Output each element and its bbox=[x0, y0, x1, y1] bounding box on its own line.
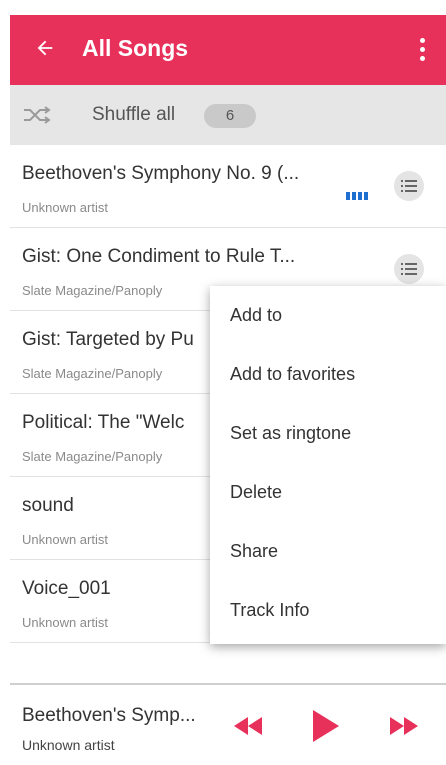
song-title: Gist: One Condiment to Rule T... bbox=[22, 246, 296, 267]
next-button[interactable] bbox=[384, 709, 424, 743]
song-title: Political: The "Welc bbox=[22, 412, 185, 433]
shuffle-all-bar[interactable]: Shuffle all 6 bbox=[10, 85, 446, 146]
song-artist: Slate Magazine/Panoply bbox=[22, 366, 163, 381]
menu-item-add-to[interactable]: Add to bbox=[210, 286, 446, 345]
menu-item-add-to-favorites[interactable]: Add to favorites bbox=[210, 345, 446, 404]
song-title: Beethoven's Symphony No. 9 (... bbox=[22, 163, 300, 184]
now-playing-bar[interactable]: Beethoven's Symp... Unknown artist bbox=[10, 683, 446, 765]
list-menu-icon bbox=[401, 180, 417, 192]
song-count-badge: 6 bbox=[204, 104, 256, 128]
song-artist: Slate Magazine/Panoply bbox=[22, 449, 163, 464]
menu-item-track-info[interactable]: Track Info bbox=[210, 581, 446, 640]
song-artist: Unknown artist bbox=[22, 200, 108, 215]
song-context-menu: Add to Add to favorites Set as ringtone … bbox=[210, 286, 446, 644]
shuffle-icon bbox=[24, 106, 51, 124]
song-artist: Unknown artist bbox=[22, 532, 108, 547]
now-playing-artist: Unknown artist bbox=[22, 737, 115, 753]
now-playing-equalizer-icon bbox=[346, 192, 368, 200]
menu-item-delete[interactable]: Delete bbox=[210, 463, 446, 522]
now-playing-title: Beethoven's Symp... bbox=[22, 705, 196, 726]
song-row[interactable]: Beethoven's Symphony No. 9 (... Unknown … bbox=[10, 145, 446, 228]
song-options-button[interactable] bbox=[394, 171, 424, 201]
back-button[interactable] bbox=[30, 33, 60, 63]
song-title: sound bbox=[22, 495, 74, 516]
song-artist: Unknown artist bbox=[22, 615, 108, 630]
play-button[interactable] bbox=[306, 705, 346, 747]
previous-button[interactable] bbox=[228, 709, 268, 743]
song-title: Gist: Targeted by Pu bbox=[22, 329, 194, 350]
more-vert-icon[interactable] bbox=[412, 33, 432, 65]
list-menu-icon bbox=[401, 263, 417, 275]
page-title: All Songs bbox=[82, 35, 189, 61]
arrow-left-icon bbox=[37, 40, 53, 56]
shuffle-all-label: Shuffle all bbox=[92, 104, 176, 125]
menu-item-share[interactable]: Share bbox=[210, 522, 446, 581]
song-artist: Slate Magazine/Panoply bbox=[22, 283, 163, 298]
top-margin bbox=[0, 0, 446, 15]
rewind-icon bbox=[234, 717, 262, 735]
fast-forward-icon bbox=[390, 717, 418, 735]
song-title: Voice_001 bbox=[22, 578, 111, 599]
menu-item-set-as-ringtone[interactable]: Set as ringtone bbox=[210, 404, 446, 463]
app-bar: All Songs bbox=[10, 15, 446, 85]
play-icon bbox=[313, 710, 339, 742]
song-options-button[interactable] bbox=[394, 254, 424, 284]
